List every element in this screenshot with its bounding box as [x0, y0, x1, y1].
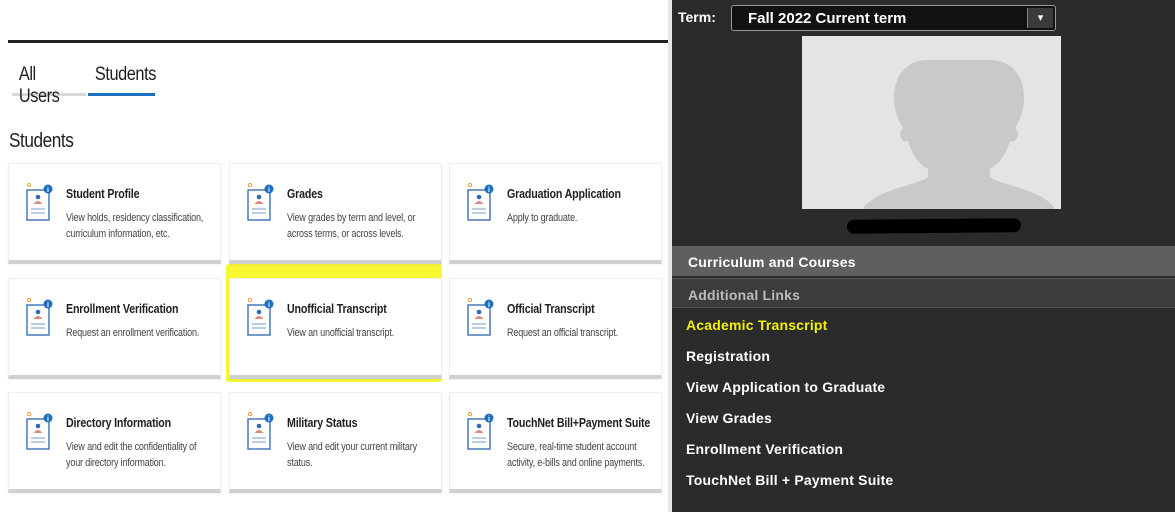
- student-sidebar-panel: Term: Fall 2022 Current term ▾ Curriculu…: [672, 0, 1175, 512]
- card-grades[interactable]: i Grades View grades by term and level, …: [229, 163, 442, 264]
- card-title: Military Status: [287, 415, 358, 430]
- menu-additional-links[interactable]: Additional Links: [672, 278, 1175, 308]
- card-title: Unofficial Transcript: [287, 301, 387, 316]
- card-title: Official Transcript: [507, 301, 595, 316]
- link-label: Academic Transcript: [683, 316, 831, 334]
- card-title: Grades: [287, 186, 323, 201]
- link-registration[interactable]: Registration: [686, 348, 770, 364]
- card-enrollment-verification[interactable]: i Enrollment Verification Request an enr…: [8, 278, 221, 379]
- tab-students[interactable]: Students: [88, 58, 156, 96]
- card-description: View holds, residency classification, cu…: [66, 212, 204, 240]
- card-official-transcript[interactable]: i Official Transcript Request an officia…: [449, 278, 662, 379]
- document-user-icon: i: [467, 411, 494, 450]
- document-user-icon: i: [26, 182, 53, 221]
- link-enrollment-verification[interactable]: Enrollment Verification: [686, 441, 843, 457]
- redacted-name: [846, 218, 1022, 234]
- card-graduation-application[interactable]: i Graduation Application Apply to gradua…: [449, 163, 662, 264]
- svg-text:i: i: [268, 416, 270, 423]
- svg-text:i: i: [488, 416, 490, 423]
- svg-text:i: i: [488, 302, 490, 309]
- card-title: Student Profile: [66, 186, 140, 201]
- card-description: Request an official transcript.: [507, 327, 619, 339]
- svg-text:i: i: [47, 416, 49, 423]
- link-touchnet-bill-payment-suite[interactable]: TouchNet Bill + Payment Suite: [686, 472, 893, 488]
- link-academic-transcript[interactable]: Academic Transcript: [683, 316, 831, 334]
- svg-text:i: i: [47, 187, 49, 194]
- document-user-icon: i: [467, 297, 494, 336]
- svg-text:i: i: [488, 187, 490, 194]
- student-services-panel: All Users Students Students i Student Pr…: [0, 0, 670, 512]
- card-title: Directory Information: [66, 415, 171, 430]
- document-user-icon: i: [26, 411, 53, 450]
- term-select-value: Fall 2022 Current term: [748, 10, 907, 27]
- card-military-status[interactable]: i Military Status View and edit your cur…: [229, 392, 442, 493]
- menu-curriculum-and-courses[interactable]: Curriculum and Courses: [672, 246, 1175, 276]
- document-user-icon: i: [26, 297, 53, 336]
- card-description: View grades by term and level, or across…: [287, 212, 416, 240]
- term-label: Term:: [678, 9, 716, 25]
- card-touchnet-bill-payment[interactable]: i TouchNet Bill+Payment Suite Secure, re…: [449, 392, 662, 493]
- card-description: Request an enrollment verification.: [66, 327, 200, 339]
- card-description: View and edit your current military stat…: [287, 441, 417, 469]
- card-title: Graduation Application: [507, 186, 621, 201]
- svg-text:i: i: [268, 187, 270, 194]
- document-user-icon: i: [247, 297, 274, 336]
- term-select[interactable]: Fall 2022 Current term ▾: [731, 5, 1056, 31]
- card-description: Apply to graduate.: [507, 212, 578, 224]
- chevron-down-icon[interactable]: ▾: [1027, 8, 1053, 28]
- card-title: Enrollment Verification: [66, 301, 179, 316]
- header-rule: [8, 40, 670, 43]
- profile-photo-placeholder: [802, 36, 1061, 209]
- card-title: TouchNet Bill+Payment Suite: [507, 415, 651, 430]
- card-description: Secure, real-time student account activi…: [507, 441, 645, 469]
- card-directory-information[interactable]: i Directory Information View and edit th…: [8, 392, 221, 493]
- svg-text:i: i: [47, 302, 49, 309]
- svg-text:i: i: [268, 302, 270, 309]
- card-description: View and edit the confidentiality of you…: [66, 441, 197, 469]
- section-title: Students: [9, 130, 74, 152]
- card-unofficial-transcript[interactable]: i Unofficial Transcript View an unoffici…: [229, 278, 442, 379]
- tab-all-users[interactable]: All Users: [12, 58, 86, 107]
- document-user-icon: i: [247, 182, 274, 221]
- document-user-icon: i: [467, 182, 494, 221]
- link-view-application-to-graduate[interactable]: View Application to Graduate: [686, 379, 885, 395]
- document-user-icon: i: [247, 411, 274, 450]
- link-view-grades[interactable]: View Grades: [686, 410, 772, 426]
- card-student-profile[interactable]: i Student Profile View holds, residency …: [8, 163, 221, 264]
- card-description: View an unofficial transcript.: [287, 327, 395, 339]
